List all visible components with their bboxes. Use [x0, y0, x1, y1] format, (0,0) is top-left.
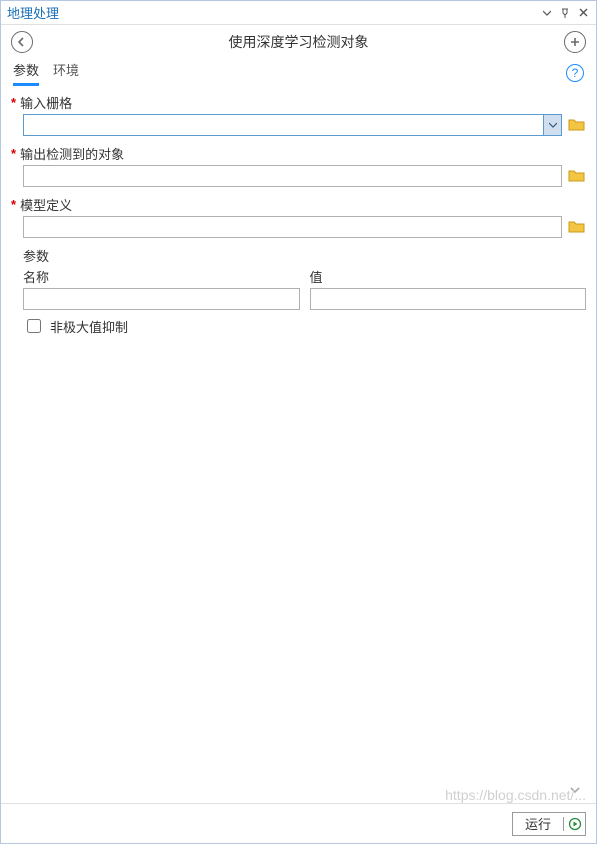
footer-bar: 运行 [1, 803, 596, 843]
pin-icon[interactable] [558, 6, 572, 20]
required-icon: * [11, 146, 16, 161]
run-button[interactable]: 运行 [512, 812, 586, 836]
arg-name-label: 名称 [23, 267, 300, 286]
title-bar: 地理处理 [1, 1, 596, 25]
field-model-definition: * 模型定义 [11, 195, 586, 238]
arguments-header: 参数 [23, 246, 586, 265]
help-button[interactable]: ? [566, 64, 584, 82]
browse-output-detected[interactable] [568, 168, 586, 184]
nms-checkbox-row[interactable]: 非极大值抑制 [23, 316, 586, 336]
tab-parameters[interactable]: 参数 [13, 60, 39, 86]
input-raster-combo[interactable] [23, 114, 562, 136]
panel-title: 地理处理 [7, 3, 536, 22]
arguments-row: 名称 值 [23, 267, 586, 310]
browse-model-definition[interactable] [568, 219, 586, 235]
arg-value-label: 值 [310, 267, 587, 286]
arg-value-input[interactable] [310, 288, 587, 310]
required-icon: * [11, 197, 16, 212]
dropdown-icon[interactable] [540, 6, 554, 20]
field-input-raster: * 输入栅格 [11, 93, 586, 136]
tab-environments[interactable]: 环境 [53, 60, 79, 86]
run-button-label: 运行 [513, 814, 563, 833]
tabs-bar: 参数 环境 ? [1, 59, 596, 87]
close-icon[interactable] [576, 6, 590, 20]
back-button[interactable] [11, 31, 33, 53]
browse-input-raster[interactable] [568, 117, 586, 133]
label-model-definition: 模型定义 [20, 195, 72, 214]
parameters-form: * 输入栅格 * 输出检测到的对象 [1, 87, 596, 803]
label-output-detected: 输出检测到的对象 [20, 144, 124, 163]
input-raster-input[interactable] [24, 115, 543, 135]
scroll-down-icon[interactable] [568, 783, 582, 797]
nms-label: 非极大值抑制 [50, 317, 128, 336]
tool-title: 使用深度学习检测对象 [33, 32, 564, 52]
model-definition-input[interactable] [23, 216, 562, 238]
run-button-dropdown[interactable] [563, 817, 585, 831]
field-output-detected: * 输出检测到的对象 [11, 144, 586, 187]
label-input-raster: 输入栅格 [20, 93, 72, 112]
required-icon: * [11, 95, 16, 110]
output-detected-input[interactable] [23, 165, 562, 187]
nms-checkbox[interactable] [27, 319, 41, 333]
add-button[interactable] [564, 31, 586, 53]
arg-name-input[interactable] [23, 288, 300, 310]
chevron-down-icon[interactable] [543, 115, 561, 135]
tool-header: 使用深度学习检测对象 [1, 25, 596, 59]
geoprocessing-panel: 地理处理 使用深度学习检测对象 参数 环境 ? * 输入栅格 [0, 0, 597, 844]
